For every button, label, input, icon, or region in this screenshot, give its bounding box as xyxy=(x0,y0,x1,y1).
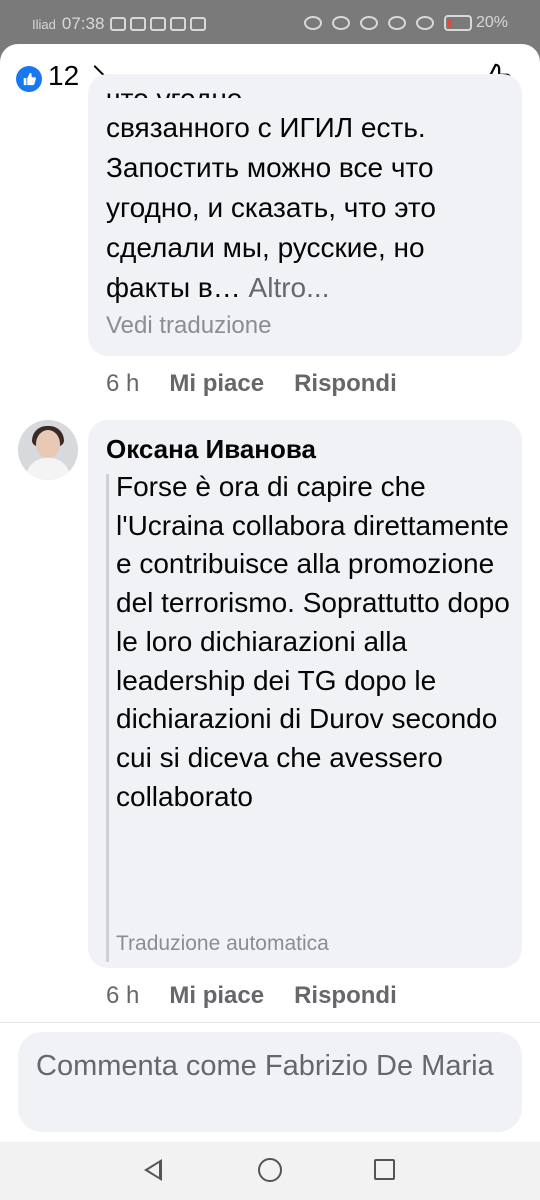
like-count[interactable]: 12 xyxy=(48,60,79,92)
comment-text: Forse è ora di capire che l'Ucraina coll… xyxy=(116,471,510,812)
battery-fill xyxy=(447,19,453,27)
like-button[interactable]: Mi piace xyxy=(169,982,264,1010)
notification-icons xyxy=(110,17,207,31)
recent-apps-icon[interactable] xyxy=(374,1159,395,1180)
status-right: 20% xyxy=(303,14,508,32)
comment-bubble: что угодно связанного с ИГИЛ есть. Запос… xyxy=(88,74,522,356)
comment-time: 6 h xyxy=(106,982,140,1009)
signal-icon xyxy=(415,16,434,30)
clock: 07:38 xyxy=(61,14,105,33)
home-icon[interactable] xyxy=(258,1158,282,1182)
upload-icon xyxy=(170,17,187,31)
like-button[interactable]: Mi piace xyxy=(169,370,264,398)
back-icon[interactable] xyxy=(144,1159,162,1181)
comment-time: 6 h xyxy=(106,370,140,397)
comments-sheet: 12 что угодно связанного с ИГИЛ есть. За… xyxy=(0,44,540,1142)
see-translation-link[interactable]: Vedi traduzione xyxy=(106,312,271,340)
comment-author[interactable]: Оксана Иванова xyxy=(106,434,316,465)
battery-indicator: 20% xyxy=(443,14,508,32)
reply-button[interactable]: Rispondi xyxy=(294,982,397,1010)
comment-text: связанного с ИГИЛ есть. Запостить можно … xyxy=(106,108,516,308)
thumbs-up-icon xyxy=(23,72,36,86)
battery-percent: 20% xyxy=(475,14,508,31)
telegram-icon xyxy=(130,17,147,31)
auto-translation-label[interactable]: Traduzione automatica xyxy=(116,932,329,956)
divider xyxy=(0,1022,540,1023)
system-navigation-bar xyxy=(0,1142,540,1200)
reply-button[interactable]: Rispondi xyxy=(294,370,397,398)
status-left: Iliad 07:38 xyxy=(32,14,207,34)
messenger-icon xyxy=(110,17,127,31)
avatar-body xyxy=(26,458,70,480)
comment-actions: 6 h Mi piace Rispondi xyxy=(106,370,427,398)
wifi-icon xyxy=(387,16,406,30)
avatar[interactable] xyxy=(18,420,78,480)
gmail-icon xyxy=(190,17,207,31)
comment-input[interactable]: Commenta come Fabrizio De Maria xyxy=(18,1032,522,1132)
linkedin-icon xyxy=(150,17,167,31)
alarm-icon xyxy=(331,16,350,30)
comment-bubble: Оксана Иванова Forse è ora di capire che… xyxy=(88,420,522,968)
bluetooth-icon xyxy=(359,16,378,30)
translation-quote-bar xyxy=(106,474,109,962)
battery-icon xyxy=(443,15,472,31)
see-more-link[interactable]: Altro... xyxy=(241,272,330,303)
avatar-face xyxy=(36,430,60,458)
eye-icon xyxy=(303,16,322,30)
comment-actions: 6 h Mi piace Rispondi xyxy=(106,982,427,1010)
like-reaction-icon[interactable] xyxy=(16,66,42,92)
carrier-label: Iliad xyxy=(32,16,56,32)
status-bar: Iliad 07:38 20% xyxy=(0,0,540,44)
comment-text-cut: что угодно xyxy=(106,80,242,98)
